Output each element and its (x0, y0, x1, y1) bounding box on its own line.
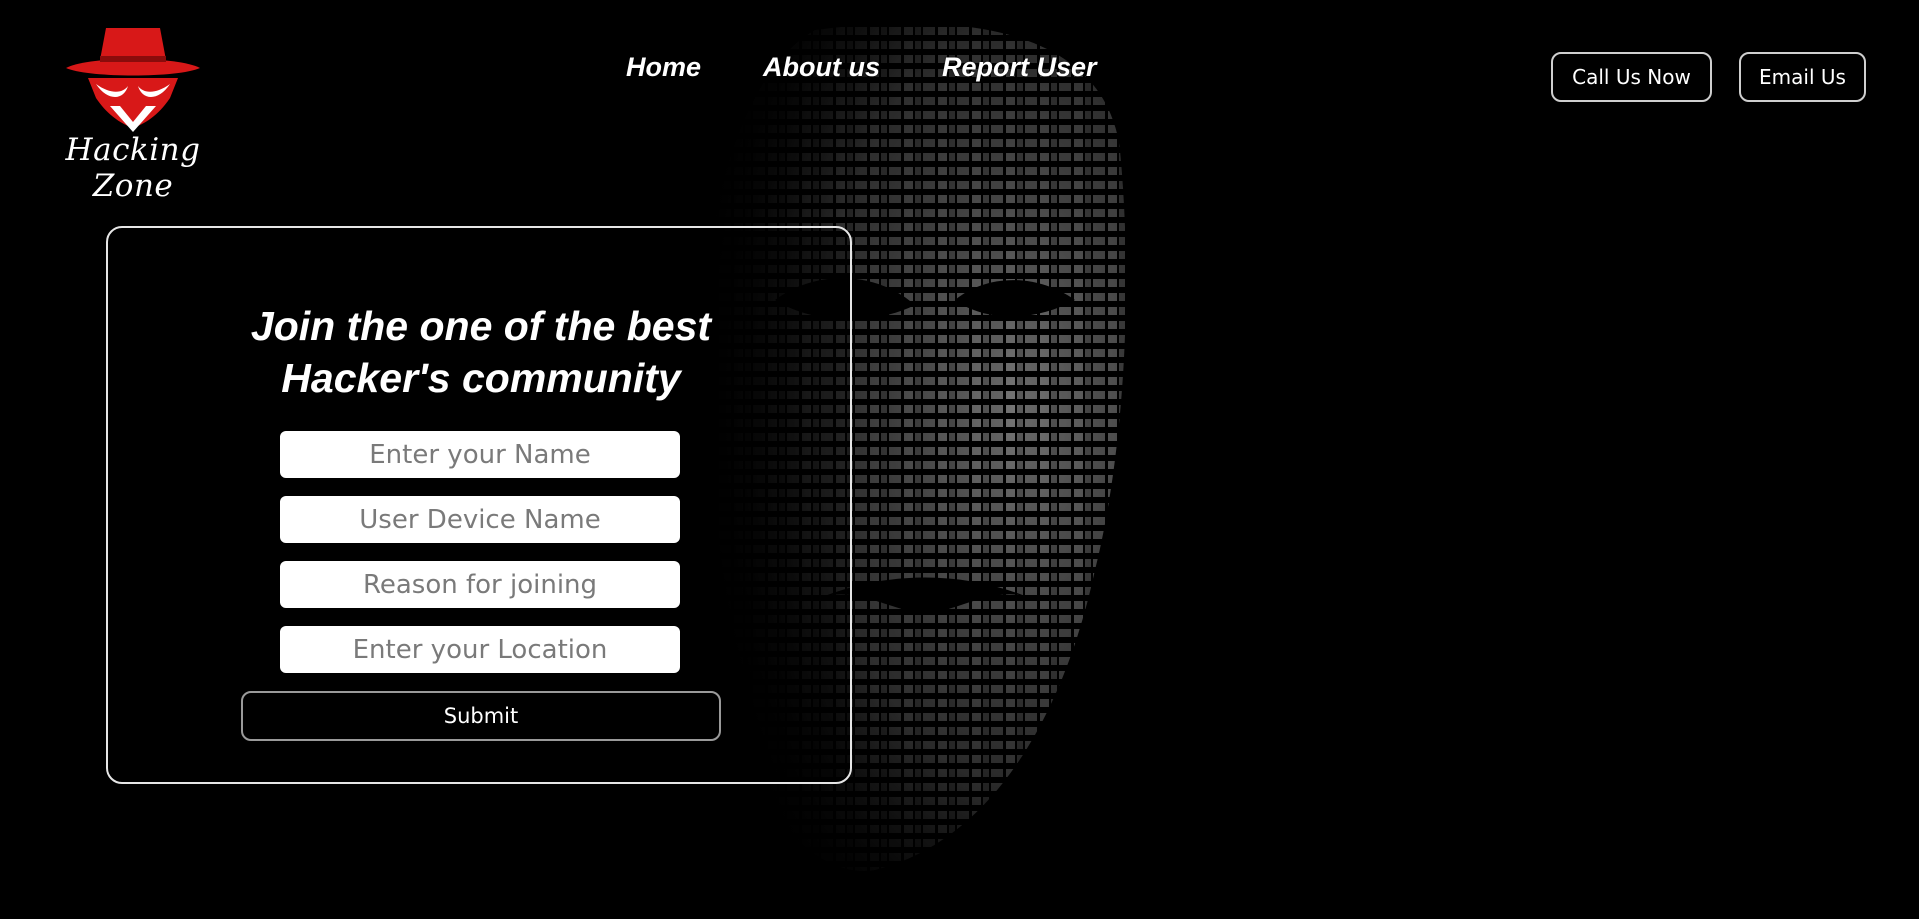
submit-button[interactable]: Submit (241, 691, 721, 741)
form-title-line1: Join the one of the best (250, 303, 712, 349)
join-form-card: Join the one of the best Hacker's commun… (106, 226, 852, 784)
form-title-line2: Hacker's community (281, 355, 681, 401)
hat-spy-icon (66, 28, 200, 132)
nav-about-link[interactable]: About us (763, 52, 880, 83)
call-us-button[interactable]: Call Us Now (1551, 52, 1712, 102)
brand-name: Hacking Zone (65, 132, 201, 204)
logo[interactable]: Hacking Zone (48, 20, 218, 204)
reason-input[interactable] (280, 561, 680, 608)
form-title: Join the one of the best Hacker's commun… (108, 300, 854, 404)
device-name-input[interactable] (280, 496, 680, 543)
nav-report-user-link[interactable]: Report User (942, 52, 1097, 83)
nav-home-link[interactable]: Home (626, 52, 701, 83)
page: Hacking Zone Home About us Report User C… (0, 0, 1919, 919)
main-nav: Home About us Report User (626, 52, 1097, 83)
name-input[interactable] (280, 431, 680, 478)
email-us-button[interactable]: Email Us (1739, 52, 1866, 102)
location-input[interactable] (280, 626, 680, 673)
